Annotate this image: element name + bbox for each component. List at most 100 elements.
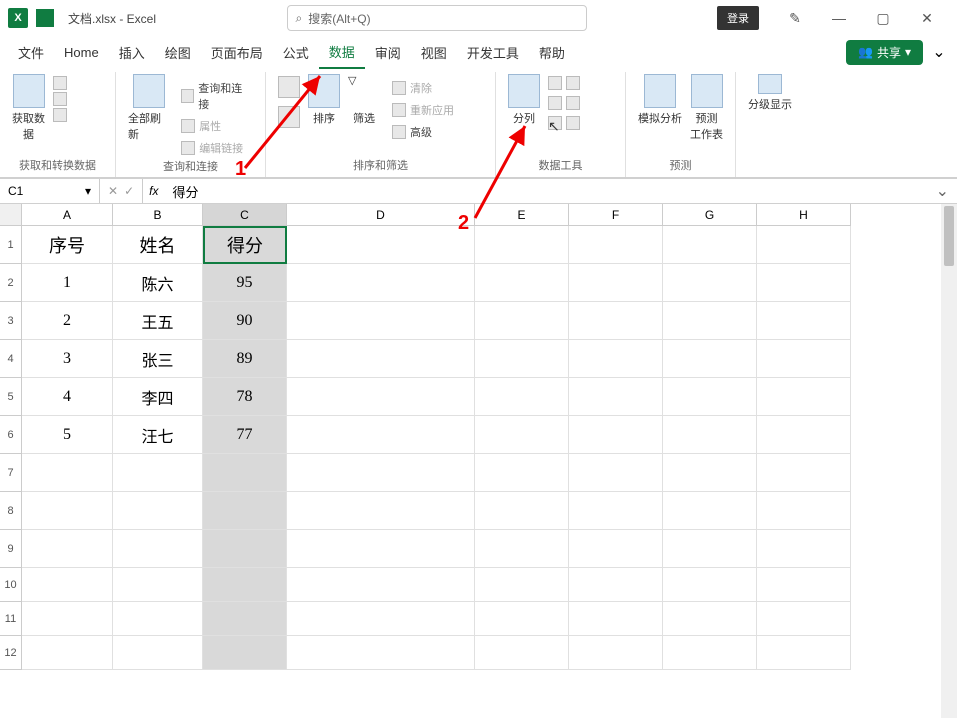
cell[interactable]	[203, 530, 287, 568]
cell[interactable]	[475, 340, 569, 378]
cell[interactable]	[287, 636, 475, 670]
cell[interactable]	[287, 454, 475, 492]
cell[interactable]	[663, 602, 757, 636]
cell[interactable]	[287, 340, 475, 378]
cell[interactable]	[757, 378, 851, 416]
sort-button[interactable]: 排序	[304, 72, 344, 128]
tab-view[interactable]: 视图	[411, 37, 457, 68]
cell[interactable]	[757, 602, 851, 636]
refresh-all-button[interactable]: 全部刷新	[124, 72, 173, 144]
data-tool-icon[interactable]	[566, 76, 580, 90]
tab-file[interactable]: 文件	[8, 37, 54, 68]
search-input[interactable]: ⌕ 搜索(Alt+Q)	[287, 5, 587, 31]
row-header[interactable]: 12	[0, 636, 22, 670]
cell[interactable]	[287, 602, 475, 636]
cell[interactable]	[203, 454, 287, 492]
name-box[interactable]: C1▾	[0, 179, 100, 203]
cell[interactable]	[569, 454, 663, 492]
cell[interactable]	[757, 226, 851, 264]
row-header[interactable]: 2	[0, 264, 22, 302]
row-header[interactable]: 9	[0, 530, 22, 568]
cell[interactable]	[475, 530, 569, 568]
cell[interactable]	[757, 492, 851, 530]
tab-data[interactable]: 数据	[319, 36, 365, 69]
cell[interactable]	[287, 568, 475, 602]
cell[interactable]	[569, 530, 663, 568]
cell[interactable]: 3	[22, 340, 113, 378]
cell[interactable]	[569, 226, 663, 264]
cell[interactable]	[22, 636, 113, 670]
data-tool-icon[interactable]	[566, 116, 580, 130]
cell[interactable]	[663, 340, 757, 378]
cell[interactable]: 90	[203, 302, 287, 340]
cell[interactable]	[475, 378, 569, 416]
row-header[interactable]: 5	[0, 378, 22, 416]
col-header-f[interactable]: F	[569, 204, 663, 226]
cancel-icon[interactable]: ✕	[108, 184, 118, 198]
cell[interactable]: 77	[203, 416, 287, 454]
cell[interactable]	[757, 302, 851, 340]
cell[interactable]	[475, 302, 569, 340]
row-header[interactable]: 1	[0, 226, 22, 264]
data-small-icon[interactable]	[53, 76, 67, 90]
cell[interactable]: 姓名	[113, 226, 203, 264]
close-button[interactable]: ✕	[905, 3, 949, 33]
cell[interactable]	[287, 492, 475, 530]
cell[interactable]	[287, 530, 475, 568]
col-header-h[interactable]: H	[757, 204, 851, 226]
cell[interactable]	[757, 340, 851, 378]
ribbon-collapse-icon[interactable]: ⌄	[929, 42, 949, 62]
cell[interactable]	[757, 636, 851, 670]
advanced-button[interactable]: 高级	[388, 122, 458, 142]
cell[interactable]	[663, 416, 757, 454]
cell[interactable]	[663, 568, 757, 602]
cell[interactable]	[757, 568, 851, 602]
row-header[interactable]: 7	[0, 454, 22, 492]
formula-input[interactable]: 得分	[164, 182, 927, 201]
col-header-b[interactable]: B	[113, 204, 203, 226]
minimize-button[interactable]: ―	[817, 3, 861, 33]
cell[interactable]	[475, 492, 569, 530]
maximize-button[interactable]: ▢	[861, 3, 905, 33]
cell[interactable]	[475, 226, 569, 264]
cell[interactable]	[203, 568, 287, 602]
cell[interactable]	[22, 492, 113, 530]
tab-formulas[interactable]: 公式	[273, 37, 319, 68]
cell[interactable]	[113, 454, 203, 492]
queries-connections-button[interactable]: 查询和连接	[177, 78, 253, 114]
cell[interactable]	[569, 602, 663, 636]
cell[interactable]: 王五	[113, 302, 203, 340]
cell[interactable]	[287, 226, 475, 264]
login-button[interactable]: 登录	[717, 6, 759, 30]
save-icon[interactable]	[36, 9, 54, 27]
cell[interactable]	[663, 636, 757, 670]
cell[interactable]	[22, 530, 113, 568]
cell[interactable]: 78	[203, 378, 287, 416]
tab-draw[interactable]: 绘图	[155, 37, 201, 68]
col-header-a[interactable]: A	[22, 204, 113, 226]
cell[interactable]: 1	[22, 264, 113, 302]
cell[interactable]	[569, 416, 663, 454]
cell[interactable]: 2	[22, 302, 113, 340]
col-header-c[interactable]: C	[203, 204, 287, 226]
cell[interactable]	[569, 302, 663, 340]
cell[interactable]	[757, 530, 851, 568]
cell[interactable]: 张三	[113, 340, 203, 378]
cell[interactable]	[663, 264, 757, 302]
col-header-d[interactable]: D	[287, 204, 475, 226]
tab-insert[interactable]: 插入	[109, 37, 155, 68]
row-header[interactable]: 3	[0, 302, 22, 340]
row-header[interactable]: 6	[0, 416, 22, 454]
data-tool-icon[interactable]	[548, 96, 562, 110]
cell-active[interactable]: 得分	[203, 226, 287, 264]
enter-icon[interactable]: ✓	[124, 184, 134, 198]
cell[interactable]	[203, 492, 287, 530]
cell[interactable]	[569, 636, 663, 670]
cell[interactable]	[475, 264, 569, 302]
sort-za-button[interactable]	[278, 106, 300, 128]
outline-button[interactable]: 分级显示	[744, 72, 796, 114]
tab-home[interactable]: Home	[54, 39, 109, 66]
row-header[interactable]: 11	[0, 602, 22, 636]
cell[interactable]	[757, 454, 851, 492]
cell[interactable]	[287, 264, 475, 302]
